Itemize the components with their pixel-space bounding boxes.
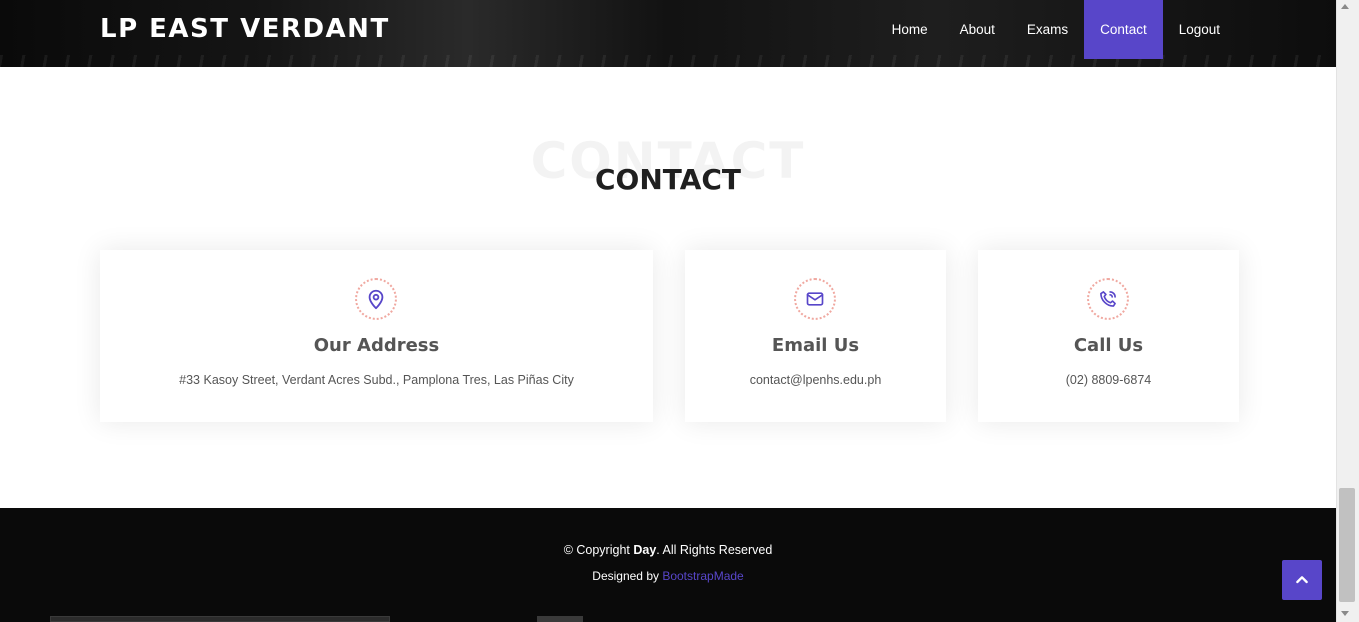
- scroll-down-arrow-icon[interactable]: [1341, 611, 1349, 616]
- email-card: Email Us contact@lpenhs.edu.ph: [685, 250, 946, 422]
- bottom-bar-center: [537, 616, 583, 622]
- scroll-up-arrow-icon[interactable]: [1341, 4, 1349, 9]
- designed-by-label: Designed by: [592, 569, 663, 583]
- copyright-text: © Copyright Day. All Rights Reserved: [0, 543, 1336, 557]
- address-text: #33 Kasoy Street, Verdant Acres Subd., P…: [179, 373, 574, 387]
- email-text[interactable]: contact@lpenhs.edu.ph: [685, 373, 946, 387]
- nav-item-logout[interactable]: Logout: [1163, 0, 1236, 59]
- copyright-suffix: . All Rights Reserved: [656, 543, 773, 557]
- phone-icon: [1087, 278, 1129, 320]
- credits-text: Designed by BootstrapMade: [0, 569, 1336, 583]
- address-title: Our Address: [313, 335, 440, 356]
- nav-item-home[interactable]: Home: [876, 0, 944, 59]
- scrollbar-thumb[interactable]: [1339, 488, 1355, 602]
- chevron-up-icon: [1296, 576, 1308, 584]
- phone-text[interactable]: (02) 8809-6874: [978, 373, 1239, 387]
- email-title: Email Us: [771, 335, 860, 356]
- copyright-name: Day: [633, 543, 657, 557]
- main-nav: Home About Exams Contact Logout: [876, 0, 1236, 59]
- nav-item-contact[interactable]: Contact: [1084, 0, 1163, 59]
- site-logo[interactable]: LP EAST VERDANT: [100, 14, 390, 44]
- phone-title: Call Us: [1073, 335, 1144, 356]
- copyright-prefix: © Copyright: [563, 543, 634, 557]
- map-pin-icon: [355, 278, 397, 320]
- site-header: LP EAST VERDANT Home About Exams Contact…: [0, 0, 1336, 67]
- nav-item-about[interactable]: About: [944, 0, 1011, 59]
- envelope-icon: [794, 278, 836, 320]
- address-card: Our Address #33 Kasoy Street, Verdant Ac…: [100, 250, 653, 422]
- bottom-bar-left: [50, 616, 390, 622]
- designer-link[interactable]: BootstrapMade: [662, 569, 743, 583]
- site-footer: [0, 508, 1336, 622]
- nav-item-exams[interactable]: Exams: [1011, 0, 1084, 59]
- phone-card: Call Us (02) 8809-6874: [978, 250, 1239, 422]
- section-title: CONTACT: [594, 163, 742, 196]
- back-to-top-button[interactable]: [1282, 560, 1322, 600]
